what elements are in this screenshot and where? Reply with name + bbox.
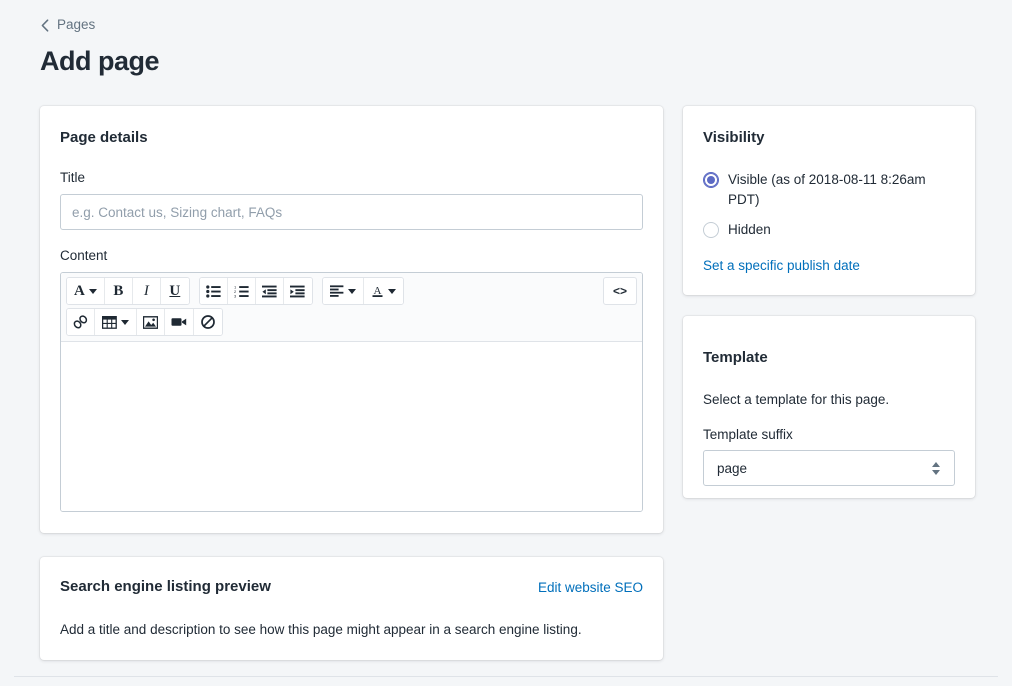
breadcrumb[interactable]: Pages bbox=[40, 15, 95, 35]
visibility-option-hidden[interactable]: Hidden bbox=[703, 220, 771, 240]
list-indent-group: 1 2 3 bbox=[199, 277, 313, 305]
bold-icon: B bbox=[113, 284, 123, 299]
visibility-card: Visibility Visible (as of 2018-08-11 8:2… bbox=[683, 106, 975, 295]
visibility-option-visible[interactable]: Visible (as of 2018-08-11 8:26am PDT) bbox=[703, 170, 958, 210]
template-card-title: Template bbox=[703, 348, 768, 368]
svg-text:3: 3 bbox=[234, 293, 237, 298]
text-color-dropdown[interactable]: A bbox=[364, 278, 403, 304]
italic-icon: I bbox=[144, 284, 149, 299]
caret-down-icon bbox=[348, 289, 356, 294]
edit-website-seo-link[interactable]: Edit website SEO bbox=[538, 578, 643, 598]
template-description: Select a template for this page. bbox=[703, 390, 889, 410]
add-page-screen: Pages Add page Page details Title Conten… bbox=[0, 0, 1012, 686]
page-details-card: Page details Title Content A B bbox=[40, 106, 663, 533]
page-title: Add page bbox=[40, 44, 159, 78]
html-code-view-button[interactable]: <> bbox=[603, 277, 637, 305]
editor-toolbar: A B I U bbox=[61, 273, 642, 342]
align-left-icon bbox=[330, 285, 344, 297]
title-field-label: Title bbox=[60, 168, 85, 188]
editor-toolbar-row-1: A B I U bbox=[66, 277, 637, 305]
insert-group bbox=[66, 308, 223, 336]
editor-toolbar-row-2 bbox=[66, 308, 637, 336]
content-rich-text-editor: A B I U bbox=[60, 272, 643, 512]
caret-down-icon bbox=[121, 320, 129, 325]
set-publish-date-link[interactable]: Set a specific publish date bbox=[703, 256, 860, 276]
font-format-dropdown[interactable]: A bbox=[67, 278, 105, 304]
clear-formatting-button[interactable] bbox=[194, 309, 222, 335]
outdent-button[interactable] bbox=[256, 278, 284, 304]
align-color-group: A bbox=[322, 277, 404, 305]
content-editable-area[interactable] bbox=[61, 342, 642, 512]
title-input[interactable] bbox=[60, 194, 643, 230]
page-details-title: Page details bbox=[60, 128, 148, 148]
bullet-list-icon bbox=[206, 285, 221, 298]
caret-down-icon bbox=[89, 289, 97, 294]
seo-preview-card: Search engine listing preview Edit websi… bbox=[40, 557, 663, 660]
radio-visible-icon[interactable] bbox=[703, 172, 719, 188]
breadcrumb-label: Pages bbox=[57, 15, 95, 35]
content-field-label: Content bbox=[60, 246, 107, 266]
indent-icon bbox=[290, 285, 305, 298]
caret-down-icon bbox=[388, 289, 396, 294]
numbered-list-button[interactable]: 1 2 3 bbox=[228, 278, 256, 304]
template-card: Template Select a template for this page… bbox=[683, 316, 975, 498]
seo-description: Add a title and description to see how t… bbox=[60, 620, 582, 640]
bullet-list-button[interactable] bbox=[200, 278, 228, 304]
radio-hidden-icon[interactable] bbox=[703, 222, 719, 238]
insert-image-button[interactable] bbox=[137, 309, 165, 335]
link-icon bbox=[73, 315, 88, 329]
bottom-divider bbox=[14, 676, 998, 677]
table-icon bbox=[102, 316, 117, 329]
insert-video-button[interactable] bbox=[165, 309, 194, 335]
clear-formatting-icon bbox=[201, 315, 215, 329]
insert-link-button[interactable] bbox=[67, 309, 95, 335]
align-dropdown[interactable] bbox=[323, 278, 364, 304]
visibility-option-hidden-label: Hidden bbox=[728, 220, 771, 240]
underline-icon: U bbox=[169, 284, 180, 299]
template-suffix-value: page bbox=[704, 461, 932, 476]
outdent-icon bbox=[262, 285, 277, 298]
template-suffix-label: Template suffix bbox=[703, 425, 793, 445]
underline-button[interactable]: U bbox=[161, 278, 189, 304]
visibility-option-visible-label: Visible (as of 2018-08-11 8:26am PDT) bbox=[728, 170, 958, 210]
italic-button[interactable]: I bbox=[133, 278, 161, 304]
text-color-icon: A bbox=[371, 284, 384, 298]
font-letter-icon: A bbox=[74, 284, 85, 299]
video-icon bbox=[171, 316, 187, 328]
indent-button[interactable] bbox=[284, 278, 312, 304]
template-suffix-select[interactable]: page bbox=[703, 450, 955, 486]
numbered-list-icon: 1 2 3 bbox=[234, 285, 249, 298]
select-stepper-icon bbox=[932, 462, 940, 475]
text-format-group: A B I U bbox=[66, 277, 190, 305]
seo-card-title: Search engine listing preview bbox=[60, 577, 271, 597]
insert-table-dropdown[interactable] bbox=[95, 309, 137, 335]
image-icon bbox=[143, 316, 158, 329]
bold-button[interactable]: B bbox=[105, 278, 133, 304]
visibility-card-title: Visibility bbox=[703, 128, 764, 148]
chevron-left-icon bbox=[40, 17, 50, 33]
